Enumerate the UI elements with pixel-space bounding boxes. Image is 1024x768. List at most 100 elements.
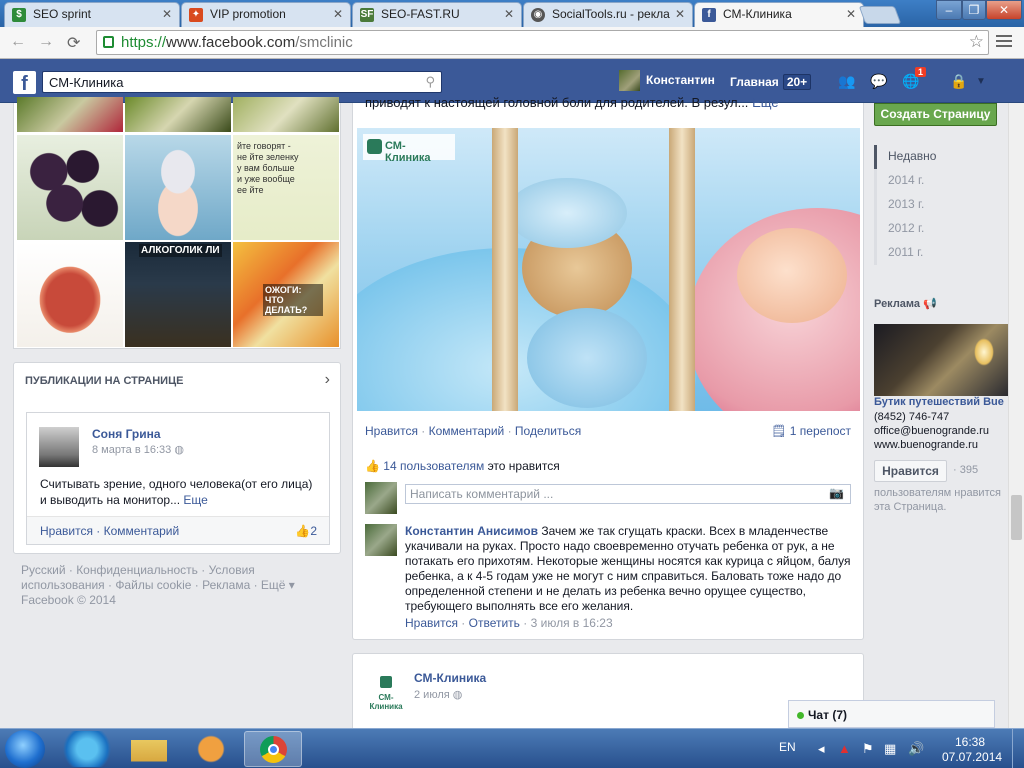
internet-explorer-icon[interactable] — [58, 731, 116, 767]
like-link[interactable]: Нравится — [365, 424, 418, 438]
close-icon[interactable]: ✕ — [333, 7, 343, 21]
timeline-post: приводят к настоящей головной боли для р… — [352, 95, 864, 640]
post-author[interactable]: СМ-Клиника — [414, 671, 486, 685]
ad-like-button[interactable]: Нравится — [874, 460, 947, 482]
close-icon[interactable]: ✕ — [675, 7, 685, 21]
home-link[interactable]: Главная 20+ — [730, 74, 812, 90]
maximize-button[interactable]: ❐ — [962, 0, 986, 20]
account-menu-icon[interactable]: ▼ — [976, 76, 994, 92]
action-center-flag-icon[interactable]: ⚑ — [862, 741, 874, 757]
tab-label: SocialTools.ru - рекла — [552, 7, 670, 21]
network-icon[interactable]: ▦ — [884, 741, 896, 757]
footer-links[interactable]: Русский · Конфиденциальность · Условия и… — [21, 563, 331, 593]
post-date[interactable]: 2 июля ◍ — [414, 688, 462, 701]
system-clock[interactable]: 16:38 07.07.2014 — [942, 735, 1002, 765]
lock-icon — [103, 36, 114, 48]
reload-button[interactable]: ⟳ — [67, 33, 80, 53]
photos-card: йте говорят - не йте зеленку у вам больш… — [13, 97, 341, 349]
friend-requests-icon[interactable]: 👥 — [838, 73, 856, 89]
crib-bar — [492, 128, 518, 411]
close-icon[interactable]: ✕ — [504, 7, 514, 21]
media-player-icon[interactable] — [182, 731, 240, 767]
bookmark-star-icon[interactable]: ☆ — [969, 32, 984, 52]
post-date[interactable]: 8 марта в 16:33 ◍ — [92, 443, 184, 456]
post-photo[interactable]: СМ-Клиника — [357, 128, 860, 411]
tray-arrow-icon[interactable]: ◂ — [818, 741, 825, 757]
comment-reply-link[interactable]: Ответить — [469, 616, 520, 630]
comment-link[interactable]: Комментарий — [429, 424, 505, 438]
see-more-link[interactable]: Еще — [183, 493, 207, 507]
chevron-right-icon[interactable]: › — [325, 371, 330, 389]
tab-socialtools[interactable]: ◉ SocialTools.ru - рекла ✕ — [523, 2, 693, 27]
facebook-logo-icon[interactable]: f — [13, 71, 36, 94]
ad-image[interactable] — [874, 324, 1008, 396]
messages-icon[interactable]: 💬 — [870, 73, 888, 89]
language-indicator[interactable]: EN — [779, 740, 796, 754]
ad-title[interactable]: Бутик путешествий Bue — [874, 396, 1004, 408]
tab-seo-fast[interactable]: SF SEO-FAST.RU ✕ — [352, 2, 522, 27]
see-more-link[interactable]: Еще — [752, 95, 778, 110]
year-item-2014[interactable]: 2014 г. — [874, 169, 1004, 193]
chat-bar[interactable]: Чат (7) — [788, 700, 995, 728]
photo-thumb-comic[interactable]: йте говорят - не йте зеленку у вам больш… — [233, 135, 339, 240]
comment-like-link[interactable]: Нравится — [405, 616, 458, 630]
photo-thumb-kidney[interactable] — [17, 242, 123, 347]
page-avatar[interactable]: СМ-Клиника — [365, 668, 407, 711]
avatar[interactable] — [39, 427, 79, 467]
comment-time[interactable]: 3 июля в 16:23 — [531, 616, 613, 630]
page-scrollbar[interactable] — [1008, 103, 1024, 728]
close-window-button[interactable]: ✕ — [986, 0, 1022, 20]
photo-thumb[interactable] — [17, 97, 123, 132]
avatar[interactable] — [365, 524, 397, 556]
comment-link[interactable]: Комментарий — [104, 524, 180, 538]
year-item-2012[interactable]: 2012 г. — [874, 217, 1004, 241]
forward-button[interactable]: → — [38, 33, 54, 51]
minimize-button[interactable]: – — [936, 0, 962, 20]
address-bar[interactable]: https://www.facebook.com/smclinic ☆ — [96, 30, 989, 55]
camera-icon[interactable]: 📷 — [829, 486, 844, 500]
comment-input[interactable]: Написать комментарий ... 📷 — [405, 484, 851, 504]
new-tab-button[interactable] — [858, 6, 902, 24]
photo-thumb-nurse[interactable] — [125, 135, 231, 240]
chrome-taskbar-icon[interactable] — [244, 731, 302, 767]
likes-count[interactable]: 👍2 — [295, 524, 317, 538]
likers-link[interactable]: 14 пользователям — [383, 459, 484, 473]
like-link[interactable]: Нравится — [40, 524, 93, 538]
comment-author[interactable]: Константин Анисимов — [405, 524, 538, 538]
tab-label: СМ-Клиника — [723, 7, 792, 21]
photo-thumb-alcohol[interactable]: АЛКОГОЛИК ЛИ — [125, 242, 231, 347]
profile-link[interactable]: Константин — [619, 70, 715, 92]
search-input[interactable]: СМ-Клиника ⚲ — [42, 71, 442, 93]
back-button[interactable]: ← — [10, 33, 26, 51]
url-path: /smclinic — [295, 34, 353, 51]
scrollbar-thumb[interactable] — [1011, 495, 1022, 540]
post-author[interactable]: Соня Грина — [92, 427, 161, 441]
reposts-link[interactable]: 🗒 1 перепост — [771, 424, 851, 438]
tray-app-icon[interactable]: ▲ — [838, 741, 851, 756]
photo-thumb-berries[interactable] — [17, 135, 123, 240]
chrome-menu-button[interactable] — [996, 35, 1012, 50]
photo-thumb[interactable] — [233, 97, 339, 132]
search-icon[interactable]: ⚲ — [425, 74, 435, 90]
share-link[interactable]: Поделиться — [515, 424, 581, 438]
tab-sm-clinic[interactable]: f СМ-Клиника ✕ — [694, 2, 864, 28]
create-page-button[interactable]: Создать Страницу — [874, 103, 997, 126]
tab-seo-sprint[interactable]: $ SEO sprint ✕ — [4, 2, 180, 27]
start-button-windows-icon[interactable] — [5, 730, 45, 768]
close-icon[interactable]: ✕ — [162, 7, 172, 21]
post-date-text: 8 марта в 16:33 — [92, 444, 172, 456]
tab-vip-promotion[interactable]: ✦ VIP promotion ✕ — [181, 2, 351, 27]
comic-text: йте говорят - не йте зеленку у вам больш… — [237, 141, 299, 195]
photo-thumb-burns[interactable]: ОЖОГИ: ЧТО ДЕЛАТЬ? — [233, 242, 339, 347]
year-item-2011[interactable]: 2011 г. — [874, 241, 1004, 265]
year-item-2013[interactable]: 2013 г. — [874, 193, 1004, 217]
show-desktop-button[interactable] — [1012, 729, 1024, 768]
year-item-recent[interactable]: Недавно — [874, 145, 1004, 169]
teddy-hat-shape — [507, 178, 627, 248]
close-icon[interactable]: ✕ — [846, 7, 856, 21]
photo-thumb[interactable] — [125, 97, 231, 132]
privacy-shortcuts-icon[interactable]: 🔒 — [950, 73, 968, 89]
crib-bar — [669, 128, 695, 411]
volume-icon[interactable]: 🔊 — [908, 741, 924, 757]
file-explorer-icon[interactable] — [120, 731, 178, 767]
